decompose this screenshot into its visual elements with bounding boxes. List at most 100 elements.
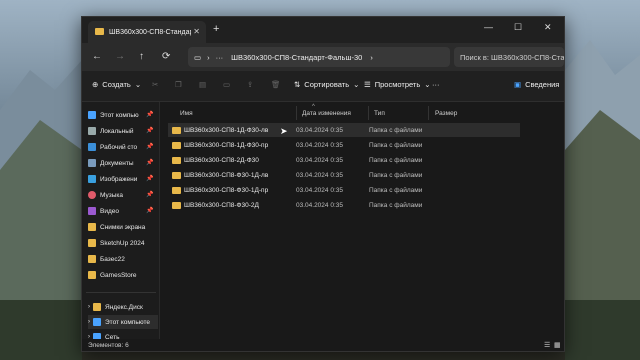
minimize-icon[interactable]: — <box>484 22 493 32</box>
tab-active[interactable]: ШВ360х300-СП8-Стандарт-Фа ✕ <box>88 21 206 43</box>
table-row[interactable]: ШВ360х300-СП8-1Д-Ф30-пр 03.04.2024 0:35 … <box>168 138 520 152</box>
table-row[interactable]: ШВ360х300-СП8-1Д-Ф30-лв 03.04.2024 0:35 … <box>168 123 520 137</box>
folder-icon <box>88 271 96 279</box>
new-tab-button[interactable]: + <box>213 23 219 35</box>
folder-icon <box>88 255 96 263</box>
file-name: ШВ360х300-СП8-Ф30-1Д-лв <box>184 171 269 179</box>
file-list: Имя ^ Дата изменения Тип Размер ШВ360х30… <box>160 102 564 339</box>
folder-icon <box>172 156 181 164</box>
more-options-button[interactable]: ··· <box>432 80 440 89</box>
file-date: 03.04.2024 0:35 <box>296 156 343 164</box>
pin-icon: 📌 <box>146 160 154 166</box>
sidebar-item-desktop[interactable]: Рабочий сто <box>88 140 137 154</box>
sidebar-item-pictures[interactable]: Изображени <box>88 172 137 186</box>
sidebar-item-bazes[interactable]: Базес22 <box>88 252 125 266</box>
sidebar-item-label: Этот компьюте <box>105 318 150 326</box>
sidebar-item-label: Локальный <box>100 127 134 135</box>
maximize-icon[interactable]: ☐ <box>514 22 522 33</box>
file-date: 03.04.2024 0:35 <box>296 201 343 209</box>
sidebar-item-yandex-disk[interactable]: › Яндекс.Диск <box>88 300 143 314</box>
file-type: Папка с файлами <box>369 156 423 164</box>
folder-icon <box>172 186 181 194</box>
table-row[interactable]: ШВ360х300-СП8-2Д-Ф30 03.04.2024 0:35 Пап… <box>168 153 520 167</box>
sidebar-item-label: Документы <box>100 159 134 167</box>
paste-icon[interactable]: ▤ <box>199 80 206 89</box>
file-type: Папка с файлами <box>369 141 423 149</box>
folder-icon <box>172 171 181 179</box>
details-button[interactable]: ▣ Сведения <box>514 80 559 89</box>
computer-icon <box>93 318 101 326</box>
sidebar-item-this-computer[interactable]: › Этот компьюте <box>88 315 158 329</box>
file-name: ШВ360х300-СП8-1Д-Ф30-пр <box>184 141 269 149</box>
table-row[interactable]: ШВ360х300-СП8-Ф30-1Д-лв 03.04.2024 0:35 … <box>168 168 520 182</box>
sidebar-item-gamesstore[interactable]: GamesStore <box>88 268 137 282</box>
file-type: Папка с файлами <box>369 186 423 194</box>
delete-icon[interactable]: 🗑 <box>271 80 281 89</box>
sidebar-item-video[interactable]: Видео <box>88 204 119 218</box>
file-name: ШВ360х300-СП8-Ф30-2Д <box>184 201 259 209</box>
forward-icon[interactable]: → <box>115 51 125 62</box>
sidebar-item-sketchup[interactable]: SketchUp 2024 <box>88 236 144 250</box>
pin-icon: 📌 <box>146 208 154 214</box>
cut-icon[interactable]: ✂ <box>152 80 158 89</box>
chevron-right-icon: › <box>370 52 373 62</box>
more-path-icon[interactable]: ··· <box>216 53 224 62</box>
view-button[interactable]: ☰ Просмотреть ⌄ <box>364 80 431 89</box>
sidebar-item-label: Снимки экрана <box>100 223 146 231</box>
sidebar-item-label: Этот компью <box>100 111 139 119</box>
table-row[interactable]: ШВ360х300-СП8-Ф30-1Д-пр 03.04.2024 0:35 … <box>168 183 520 197</box>
sidebar-item-this-pc[interactable]: Этот компью <box>88 108 139 122</box>
share-icon[interactable]: ⇪ <box>247 80 253 89</box>
sidebar-item-music[interactable]: Музыка <box>88 188 123 202</box>
table-row[interactable]: ШВ360х300-СП8-Ф30-2Д 03.04.2024 0:35 Пап… <box>168 198 520 212</box>
file-date: 03.04.2024 0:35 <box>296 186 343 194</box>
command-bar: ⊕ Создать ⌄ ✂ ❐ ▤ ▭ ⇪ 🗑 ⇅ Сортировать ⌄ … <box>82 71 564 102</box>
sidebar-item-screenshots[interactable]: Снимки экрана <box>88 220 145 234</box>
column-type[interactable]: Тип <box>374 110 385 117</box>
file-explorer-window: ШВ360х300-СП8-Стандарт-Фа ✕ + — ☐ ✕ ← → … <box>81 16 565 352</box>
details-pane-icon: ▣ <box>514 80 522 89</box>
sidebar-item-label: Видео <box>100 207 119 215</box>
breadcrumb[interactable]: ШВ360х300-СП8-Стандарт-Фальш-30 <box>231 53 362 62</box>
create-label: Создать <box>102 80 131 89</box>
mouse-cursor-icon: ➤ <box>280 126 288 136</box>
create-button[interactable]: ⊕ Создать ⌄ <box>92 80 141 89</box>
pictures-icon <box>88 175 96 183</box>
up-icon[interactable]: ↑ <box>139 51 144 62</box>
title-bar: ШВ360х300-СП8-Стандарт-Фа ✕ + — ☐ ✕ <box>82 17 564 43</box>
monitor-icon: ▭ <box>194 52 202 62</box>
search-input[interactable]: Поиск в: ШВ360х300-СП8-Стандарт <box>454 47 564 67</box>
address-bar[interactable]: ▭ › ··· ШВ360х300-СП8-Стандарт-Фальш-30 … <box>188 47 450 67</box>
column-size[interactable]: Размер <box>435 110 457 117</box>
back-icon[interactable]: ← <box>92 51 102 62</box>
sidebar-item-label: GamesStore <box>100 271 137 279</box>
sort-button[interactable]: ⇅ Сортировать ⌄ <box>294 80 359 89</box>
chevron-right-icon: › <box>207 52 210 62</box>
file-name: ШВ360х300-СП8-Ф30-1Д-пр <box>184 186 269 194</box>
divider <box>428 106 429 120</box>
desktop-icon <box>88 143 96 151</box>
sidebar-item-documents[interactable]: Документы <box>88 156 134 170</box>
close-window-icon[interactable]: ✕ <box>544 22 552 33</box>
rename-icon[interactable]: ▭ <box>223 80 230 89</box>
chevron-down-icon: ⌄ <box>353 80 360 89</box>
copy-icon[interactable]: ❐ <box>175 80 182 89</box>
computer-icon <box>88 111 96 119</box>
file-date: 03.04.2024 0:35 <box>296 141 343 149</box>
video-icon <box>88 207 96 215</box>
sort-icon: ⇅ <box>294 80 301 89</box>
tiles-view-icon[interactable]: ▦ <box>554 341 561 349</box>
column-date[interactable]: Дата изменения <box>302 110 351 117</box>
details-label: Сведения <box>525 80 560 89</box>
refresh-icon[interactable]: ⟳ <box>162 51 170 62</box>
close-tab-icon[interactable]: ✕ <box>193 27 200 36</box>
chevron-down-icon: ⌄ <box>134 80 142 89</box>
pin-icon: 📌 <box>146 128 154 134</box>
column-name[interactable]: Имя <box>180 110 193 117</box>
sidebar-item-local-disk[interactable]: Локальный <box>88 124 134 138</box>
file-date: 03.04.2024 0:35 <box>296 171 343 179</box>
sidebar-item-label: Изображени <box>100 175 138 183</box>
documents-icon <box>88 159 96 167</box>
item-count: Элементов: 6 <box>88 342 129 349</box>
details-view-icon[interactable]: ☰ <box>544 341 550 349</box>
